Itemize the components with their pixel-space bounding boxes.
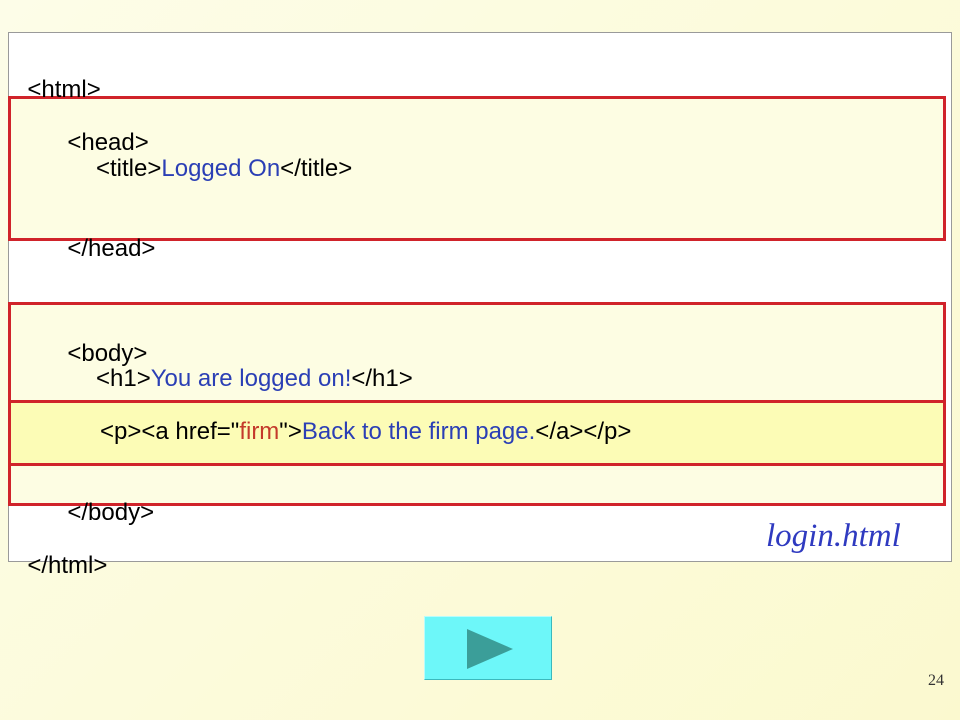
head-close-tag: </head> — [67, 235, 156, 262]
code-line-body-open: <body> — [54, 312, 147, 368]
code-line-head-close: </head> — [54, 207, 155, 263]
a-open-tag-start: <a href=" — [141, 418, 240, 445]
p-close-tag: </p> — [583, 418, 632, 445]
h1-close-tag: </h1> — [351, 365, 413, 392]
next-slide-button[interactable] — [424, 616, 552, 680]
p-open-tag: <p> — [100, 418, 142, 445]
html-close-tag: </html> — [27, 552, 108, 579]
play-triangle-icon — [467, 629, 513, 669]
html-open-tag: <html> — [27, 76, 101, 103]
code-line-body-close: </body> — [54, 471, 154, 527]
href-value: firm — [239, 418, 280, 445]
code-line-html-close: </html> — [14, 524, 107, 580]
body-close-tag: </body> — [67, 499, 155, 526]
code-line-html-open: <html> — [14, 48, 101, 104]
body-open-tag: <body> — [67, 340, 148, 367]
a-close-tag: </a> — [535, 418, 584, 445]
title-text: Logged On — [161, 155, 281, 182]
h1-open-tag: <h1> — [96, 365, 151, 392]
code-line-paragraph: <p><a href="firm">Back to the firm page.… — [100, 418, 631, 446]
head-open-tag: <head> — [67, 129, 149, 156]
title-close-tag: </title> — [280, 155, 353, 182]
page-number: 24 — [928, 672, 944, 689]
code-line-title: <title>Logged On</title> — [96, 155, 352, 183]
h1-text: You are logged on! — [150, 365, 352, 392]
code-line-head-open: <head> — [54, 101, 149, 157]
a-open-tag-end: "> — [279, 418, 302, 445]
link-text: Back to the firm page. — [301, 418, 536, 445]
filename-caption: login.html — [766, 518, 901, 554]
code-line-h1: <h1>You are logged on!</h1> — [96, 365, 413, 393]
title-open-tag: <title> — [96, 155, 162, 182]
